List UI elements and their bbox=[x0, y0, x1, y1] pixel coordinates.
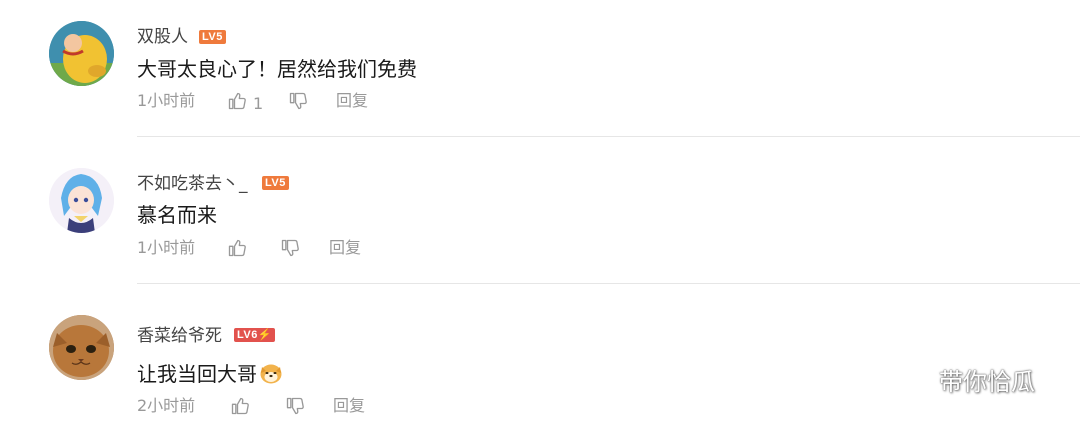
thumb-down-icon bbox=[280, 238, 300, 263]
level-badge: LV5 bbox=[262, 176, 289, 190]
reply-button[interactable]: 回复 bbox=[329, 238, 361, 258]
like-count: 1 bbox=[253, 93, 264, 113]
level-badge: LV5 bbox=[199, 30, 226, 44]
username[interactable]: 香菜给爷死 bbox=[137, 325, 222, 347]
avatar[interactable] bbox=[49, 21, 114, 86]
thumb-down-icon bbox=[288, 91, 308, 116]
avatar[interactable] bbox=[49, 315, 114, 380]
divider bbox=[137, 283, 1080, 284]
dislike-button[interactable] bbox=[285, 396, 305, 421]
like-button[interactable]: 1 bbox=[227, 91, 263, 116]
wechat-icon bbox=[895, 360, 931, 398]
comment-text: 慕名而来 bbox=[137, 203, 217, 227]
username[interactable]: 双股人 bbox=[137, 26, 188, 48]
avatar[interactable] bbox=[49, 168, 114, 233]
comment-text: 让我当回大哥 bbox=[137, 361, 283, 387]
comment-time: 1小时前 bbox=[137, 238, 196, 257]
watermark: 带你恰瓜 bbox=[895, 360, 1035, 398]
like-button[interactable] bbox=[230, 396, 256, 421]
comment-time: 2小时前 bbox=[137, 396, 196, 415]
comment-time: 1小时前 bbox=[137, 91, 196, 110]
dog-emoji-icon bbox=[259, 361, 283, 385]
dislike-button[interactable] bbox=[280, 238, 300, 263]
comment-text: 大哥太良心了！居然给我们免费 bbox=[137, 57, 417, 81]
divider bbox=[137, 136, 1080, 137]
thumb-up-icon bbox=[227, 91, 247, 116]
reply-button[interactable]: 回复 bbox=[336, 91, 368, 111]
comment-text-content: 让我当回大哥 bbox=[137, 362, 257, 386]
thumb-up-icon bbox=[230, 396, 250, 421]
dislike-button[interactable] bbox=[288, 91, 308, 116]
username[interactable]: 不如吃茶去丶_ bbox=[137, 173, 248, 195]
like-button[interactable] bbox=[227, 238, 253, 263]
reply-button[interactable]: 回复 bbox=[333, 396, 365, 416]
level-badge: LV6⚡ bbox=[234, 328, 276, 342]
thumb-down-icon bbox=[285, 396, 305, 421]
thumb-up-icon bbox=[227, 238, 247, 263]
watermark-text: 带你恰瓜 bbox=[939, 367, 1035, 396]
